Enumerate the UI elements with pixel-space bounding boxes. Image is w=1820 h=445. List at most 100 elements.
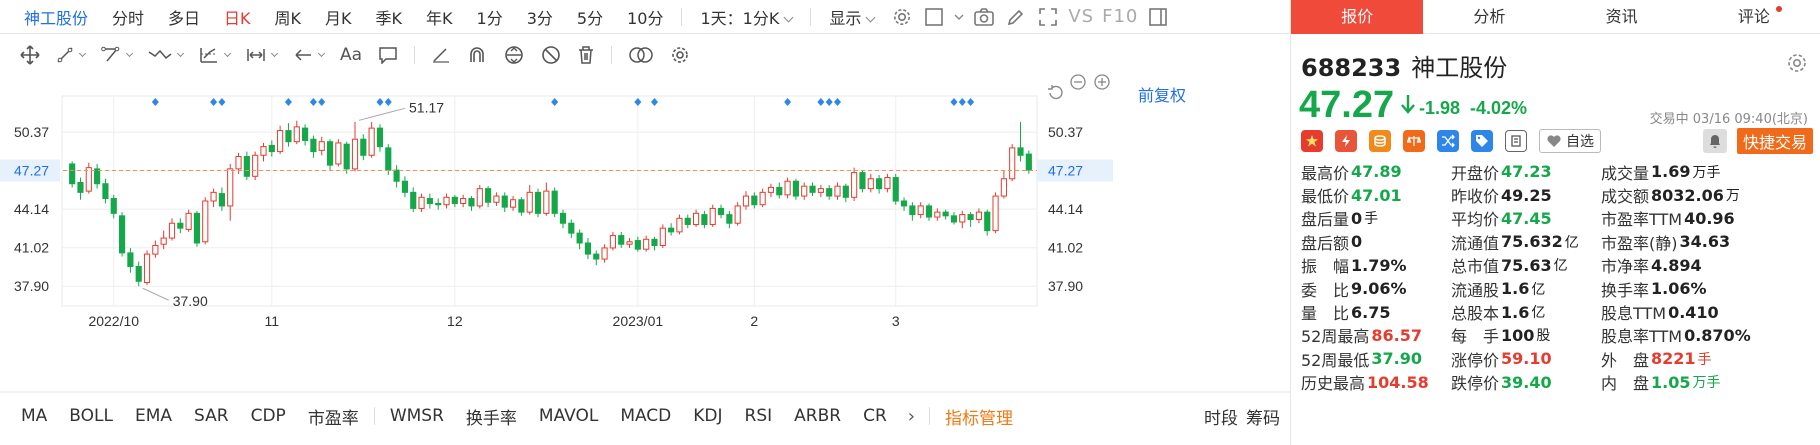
period-tab[interactable]: 年K	[414, 5, 465, 29]
period-tab[interactable]: 周K	[263, 5, 314, 29]
panel-tab[interactable]: 资讯	[1556, 0, 1688, 34]
indicator-list: MA BOLL EMA SAR CDP 市盈率 WMSR 换手率 MAVOL MACD KDJ RSI…	[10, 404, 898, 429]
magnet-icon[interactable]	[459, 36, 495, 74]
more-indicators-button[interactable]: ›	[898, 406, 925, 427]
chart-area: 神工股份 分时 多日 日K 周K 月K 季K 年K 1分 3分 5分 10分 1天：1分K 显示 V…	[0, 0, 1290, 445]
indicator-tab[interactable]: 市盈率	[297, 404, 370, 429]
panel-tab[interactable]: 分析	[1423, 0, 1555, 34]
candle-body	[227, 168, 234, 207]
period-tab[interactable]: 季K	[364, 5, 415, 29]
indicator-tab[interactable]: EMA	[124, 406, 183, 426]
f10-button[interactable]: F10	[1098, 6, 1142, 27]
camera-icon[interactable]	[968, 0, 1000, 34]
kline-chart[interactable]: 50.37 50.37 44.14 44.14 41.02 41.02 37.90 37.90…	[0, 74, 1290, 394]
hide-drawing-icon[interactable]	[533, 36, 569, 74]
panel-settings-icon[interactable]	[1786, 52, 1808, 74]
candle-body	[767, 186, 775, 193]
stock-name-link[interactable]: 神工股份	[0, 5, 100, 29]
candle-body	[351, 138, 359, 170]
shuffle-icon[interactable]	[1437, 130, 1459, 152]
bell-icon[interactable]	[1702, 129, 1727, 153]
quote-value: 104.58	[1367, 372, 1429, 392]
quote-label: 流通股	[1451, 280, 1500, 300]
coins-icon[interactable]	[1369, 130, 1391, 152]
quote-value: 8221	[1651, 349, 1696, 369]
indicator-right-tab[interactable]: 时段	[1200, 404, 1242, 429]
period-tab[interactable]: 分时	[100, 5, 156, 29]
eraser-line-icon[interactable]	[423, 36, 459, 74]
vs-compare-button[interactable]: VS	[1064, 6, 1098, 27]
indicator-tab[interactable]: BOLL	[58, 406, 124, 426]
candle-body	[1000, 178, 1007, 197]
period-tab[interactable]: 5分	[565, 5, 615, 29]
indicator-tab[interactable]: CR	[852, 406, 898, 426]
chevron-down-icon[interactable]	[950, 0, 968, 34]
indicator-tab[interactable]: RSI	[734, 406, 784, 426]
move-icon[interactable]	[12, 36, 48, 74]
quote-value: 37.90	[1371, 349, 1422, 369]
indicator-tab[interactable]: 换手率	[455, 404, 528, 429]
indicator-tab[interactable]: WMSR	[379, 406, 455, 426]
quote-value: 1.6	[1501, 302, 1530, 322]
text-tool-button[interactable]: Aa	[332, 36, 370, 74]
polyline-tool-icon[interactable]	[93, 36, 140, 74]
annotation-leader	[358, 107, 406, 121]
lightning-icon[interactable]	[1335, 130, 1357, 152]
note-icon[interactable]	[1505, 130, 1527, 152]
comment-tool-icon[interactable]	[370, 36, 406, 74]
overlay-compare-icon[interactable]	[620, 36, 662, 74]
indicator-tab[interactable]: ARBR	[783, 406, 852, 426]
indicator-tab[interactable]: CDP	[240, 406, 297, 426]
settings-icon[interactable]	[886, 0, 918, 34]
period-tab[interactable]: 月K	[313, 5, 364, 29]
candle-body	[634, 240, 641, 250]
square-select-icon[interactable]	[918, 0, 950, 34]
trash-icon[interactable]	[569, 36, 603, 74]
star-badge-icon[interactable]	[1301, 130, 1323, 152]
candle-body	[834, 185, 841, 197]
quote-label: 成交量	[1601, 163, 1650, 183]
arrow-tool-icon[interactable]	[285, 36, 332, 74]
indicator-manage-button[interactable]: 指标管理	[934, 404, 1024, 429]
fib-tool-icon[interactable]	[191, 36, 238, 74]
candle-body	[185, 212, 192, 230]
candle-body	[892, 177, 899, 202]
candle-body	[975, 211, 983, 221]
pencil-icon[interactable]	[1000, 0, 1032, 34]
indicator-tab[interactable]: MACD	[609, 406, 682, 426]
quote-unit: 手	[1697, 351, 1712, 368]
measure-tool-icon[interactable]	[238, 36, 285, 74]
fullscreen-icon[interactable]	[1032, 0, 1064, 34]
period-tab[interactable]: 10分	[615, 5, 675, 29]
display-select[interactable]: 显示	[817, 5, 886, 29]
quick-trade-button[interactable]: 快捷交易	[1736, 128, 1813, 154]
candle-body	[967, 214, 974, 221]
restore-adjust-button[interactable]: 前复权	[1138, 82, 1186, 106]
panel-toggle-icon[interactable]	[1142, 0, 1174, 34]
indicator-tab[interactable]: KDJ	[682, 406, 733, 426]
candle-body	[476, 188, 483, 207]
period-tab[interactable]: 3分	[515, 5, 565, 29]
indicator-tab[interactable]: MA	[10, 406, 58, 426]
indicator-tab[interactable]: MAVOL	[528, 406, 609, 426]
lock-drawing-icon[interactable]	[495, 36, 533, 74]
period-tab[interactable]: 多日	[156, 5, 212, 29]
add-watchlist-button[interactable]: 自选	[1539, 129, 1601, 153]
panel-tab[interactable]: 报价	[1291, 0, 1424, 34]
indicator-tab[interactable]: SAR	[183, 406, 240, 426]
line-tool-icon[interactable]	[48, 36, 93, 74]
toolbar-settings-icon[interactable]	[662, 36, 698, 74]
reset-icon[interactable]	[1046, 84, 1064, 102]
quote-unit: 万手	[1692, 375, 1721, 392]
indicator-right-tab[interactable]: 筹码	[1242, 404, 1284, 429]
period-tab[interactable]: 日K	[212, 5, 263, 29]
period-tab[interactable]: 1分	[465, 5, 515, 29]
quote-value: 86.57	[1371, 325, 1422, 345]
event-marker	[384, 98, 392, 106]
tag-icon[interactable]	[1471, 130, 1493, 152]
panel-tab[interactable]: 评论	[1688, 0, 1820, 34]
quote-unit: 手	[1364, 211, 1379, 228]
wave-tool-icon[interactable]	[140, 36, 191, 74]
range-select[interactable]: 1天：1分K	[688, 5, 804, 29]
balance-icon[interactable]	[1403, 130, 1425, 152]
